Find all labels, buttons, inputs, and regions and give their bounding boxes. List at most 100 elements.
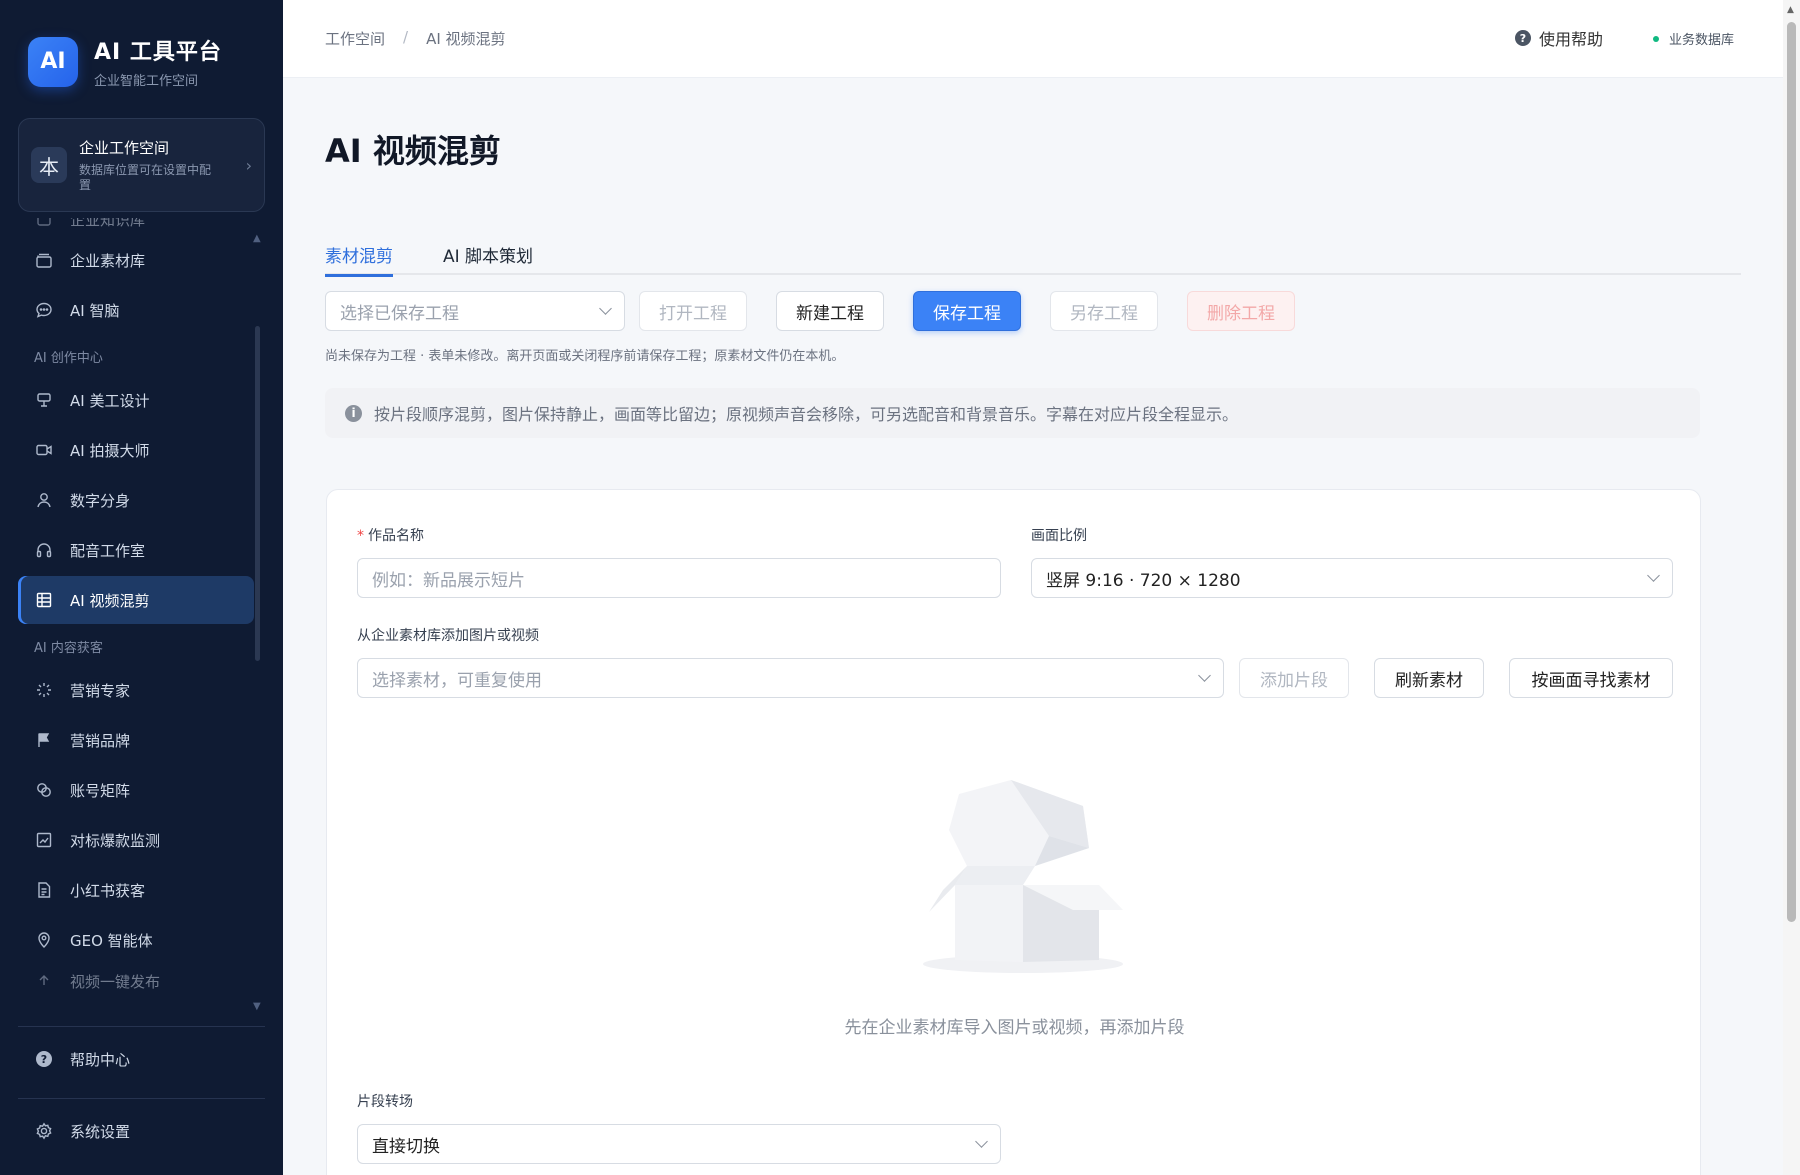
sidebar-item-ai-shooting[interactable]: AI 拍摄大师 [18, 426, 254, 474]
sidebar-item-knowledge-base[interactable]: 企业知识库 [18, 218, 254, 234]
page-scrollbar[interactable]: ▲ [1783, 0, 1800, 1175]
work-name-label-text: 作品名称 [368, 528, 424, 544]
usage-help-label: 使用帮助 [1539, 30, 1604, 49]
work-name-placeholder: 例如：新品展示短片 [372, 570, 525, 591]
headphones-icon [34, 540, 54, 560]
brand-logo: AI [28, 36, 78, 87]
remix-form-card: * 作品名称 例如：新品展示短片 画面比例 竖屏 9:16 · 720 × 128… [326, 489, 1701, 1175]
workspace-subtitle: 数据库位置可在设置中配置 [79, 163, 212, 192]
gear-icon [34, 1122, 54, 1140]
work-name-label: * 作品名称 [357, 525, 424, 545]
sidebar-scrollbar[interactable] [255, 326, 260, 661]
new-project-button[interactable]: 新建工程 [776, 291, 884, 331]
sidebar-item-video-publish[interactable]: 视频一键发布 [18, 966, 254, 996]
sidebar-item-label: 系统设置 [70, 1122, 131, 1141]
scroll-down-arrow-icon[interactable]: ▼ [253, 1001, 261, 1012]
help-circle-icon: ? [34, 1050, 54, 1068]
book-icon [34, 218, 54, 229]
save-status-notice: 尚未保存为工程 · 表单未修改。离开页面或关闭程序前请保存工程；原素材文件仍在本… [325, 349, 845, 364]
page-scroll-thumb[interactable] [1787, 22, 1796, 922]
open-project-button[interactable]: 打开工程 [639, 291, 747, 331]
sidebar-item-benchmark-monitor[interactable]: 对标爆款监测 [18, 816, 254, 864]
sidebar-item-help-center[interactable]: ? 帮助中心 [18, 1035, 265, 1083]
sidebar-item-settings[interactable]: 系统设置 [18, 1107, 265, 1155]
sidebar-item-label: 企业知识库 [70, 218, 146, 229]
database-status[interactable]: 业务数据库 [1653, 29, 1734, 48]
sidebar-item-marketing-brand[interactable]: 营销品牌 [18, 716, 254, 764]
sidebar-item-ai-design[interactable]: AI 美工设计 [18, 376, 254, 424]
transition-select[interactable]: 直接切换 [357, 1124, 1001, 1164]
add-segment-button[interactable]: 添加片段 [1239, 658, 1349, 698]
sidebar-item-label: 配音工作室 [70, 541, 146, 560]
sidebar-item-xiaohongshu[interactable]: 小红书获客 [18, 866, 254, 914]
palette-icon [34, 390, 54, 410]
refresh-material-button[interactable]: 刷新素材 [1374, 658, 1484, 698]
nav-group-content: AI 内容获客 [34, 640, 103, 656]
sidebar-item-geo-agent[interactable]: GEO 智能体 [18, 916, 254, 964]
sidebar-item-assets[interactable]: 企业素材库 [18, 236, 254, 284]
project-select-placeholder: 选择已保存工程 [340, 303, 459, 324]
save-as-project-button[interactable]: 另存工程 [1050, 291, 1158, 331]
workspace-title: 企业工作空间 [79, 139, 170, 157]
chevron-down-icon [975, 1135, 988, 1148]
sidebar: AI AI 工具平台 企业智能工作空间 本 企业工作空间 数据库位置可在设置中配… [0, 0, 283, 1175]
brand: AI AI 工具平台 企业智能工作空间 [28, 34, 222, 89]
grid-icon [34, 590, 54, 610]
sidebar-item-marketing-expert[interactable]: 营销专家 [18, 666, 254, 714]
empty-state-text: 先在企业素材库导入图片或视频，再添加片段 [844, 1018, 1185, 1038]
sidebar-item-label: AI 拍摄大师 [70, 441, 150, 460]
workspace-avatar: 本 [31, 147, 67, 183]
info-alert: i 按片段顺序混剪，图片保持静止，画面等比留边；原视频声音会移除，可另选配音和背… [325, 388, 1700, 438]
sidebar-item-digital-avatar[interactable]: 数字分身 [18, 476, 254, 524]
work-name-input[interactable]: 例如：新品展示短片 [357, 558, 1001, 598]
chevron-down-icon [1198, 669, 1211, 682]
upload-icon [34, 971, 54, 991]
aspect-ratio-select[interactable]: 竖屏 9:16 · 720 × 1280 [1031, 558, 1673, 598]
sidebar-item-voice-studio[interactable]: 配音工作室 [18, 526, 254, 574]
svg-text:?: ? [41, 1053, 47, 1066]
sidebar-item-label: 数字分身 [70, 491, 131, 510]
save-project-button[interactable]: 保存工程 [913, 291, 1021, 331]
find-by-image-button[interactable]: 按画面寻找素材 [1509, 658, 1673, 698]
archive-icon [34, 250, 54, 270]
breadcrumb-workspace[interactable]: 工作空间 [325, 28, 385, 49]
sidebar-nav: 企业知识库 企业素材库 AI 智脑 AI 创作中心 AI 美工设计 AI 拍摄大… [18, 218, 254, 1016]
transition-label: 片段转场 [357, 1094, 413, 1110]
empty-box-icon [923, 780, 1123, 973]
scroll-up-arrow-icon[interactable]: ▲ [1787, 5, 1794, 15]
material-placeholder: 选择素材，可重复使用 [372, 670, 542, 691]
chevron-right-icon: › [245, 155, 252, 175]
sidebar-item-account-matrix[interactable]: 账号矩阵 [18, 766, 254, 814]
delete-project-button[interactable]: 删除工程 [1187, 291, 1295, 331]
sidebar-item-label: AI 美工设计 [70, 391, 150, 410]
sidebar-item-label: 营销专家 [70, 681, 131, 700]
user-icon [34, 490, 54, 510]
brand-title: AI 工具平台 [94, 40, 222, 65]
chevron-down-icon [1647, 569, 1660, 582]
breadcrumb: 工作空间 / AI 视频混剪 [325, 28, 506, 49]
project-select[interactable]: 选择已保存工程 [325, 291, 625, 331]
nav-group-create: AI 创作中心 [34, 350, 103, 366]
workspace-switcher[interactable]: 本 企业工作空间 数据库位置可在设置中配置 › [18, 118, 265, 212]
sidebar-item-label: AI 视频混剪 [70, 591, 150, 610]
chat-bubble-icon [34, 300, 54, 320]
tab-material-remix[interactable]: 素材混剪 [325, 233, 393, 277]
video-camera-icon [34, 440, 54, 460]
material-select[interactable]: 选择素材，可重复使用 [357, 658, 1224, 698]
breadcrumb-current: AI 视频混剪 [426, 30, 506, 48]
required-mark: * [357, 528, 364, 544]
aspect-ratio-label: 画面比例 [1031, 528, 1087, 544]
sidebar-item-video-remix[interactable]: AI 视频混剪 [18, 576, 254, 624]
sidebar-item-label: AI 智脑 [70, 301, 120, 320]
help-circle-icon: ? [1515, 30, 1531, 46]
scroll-up-arrow-icon[interactable]: ▲ [253, 233, 261, 244]
location-pin-icon [34, 930, 54, 950]
sidebar-item-ai-brain[interactable]: AI 智脑 [18, 286, 254, 334]
tab-ai-script[interactable]: AI 脚本策划 [443, 233, 533, 275]
tab-bar: 素材混剪 AI 脚本策划 [325, 233, 1741, 277]
info-icon: i [345, 404, 362, 422]
sidebar-divider [18, 1026, 265, 1027]
sidebar-item-label: 账号矩阵 [70, 781, 131, 800]
usage-help-link[interactable]: ? 使用帮助 [1515, 26, 1603, 50]
main-content: 工作空间 / AI 视频混剪 ? 使用帮助 业务数据库 AI 视频混剪 素材混剪… [283, 0, 1783, 1175]
